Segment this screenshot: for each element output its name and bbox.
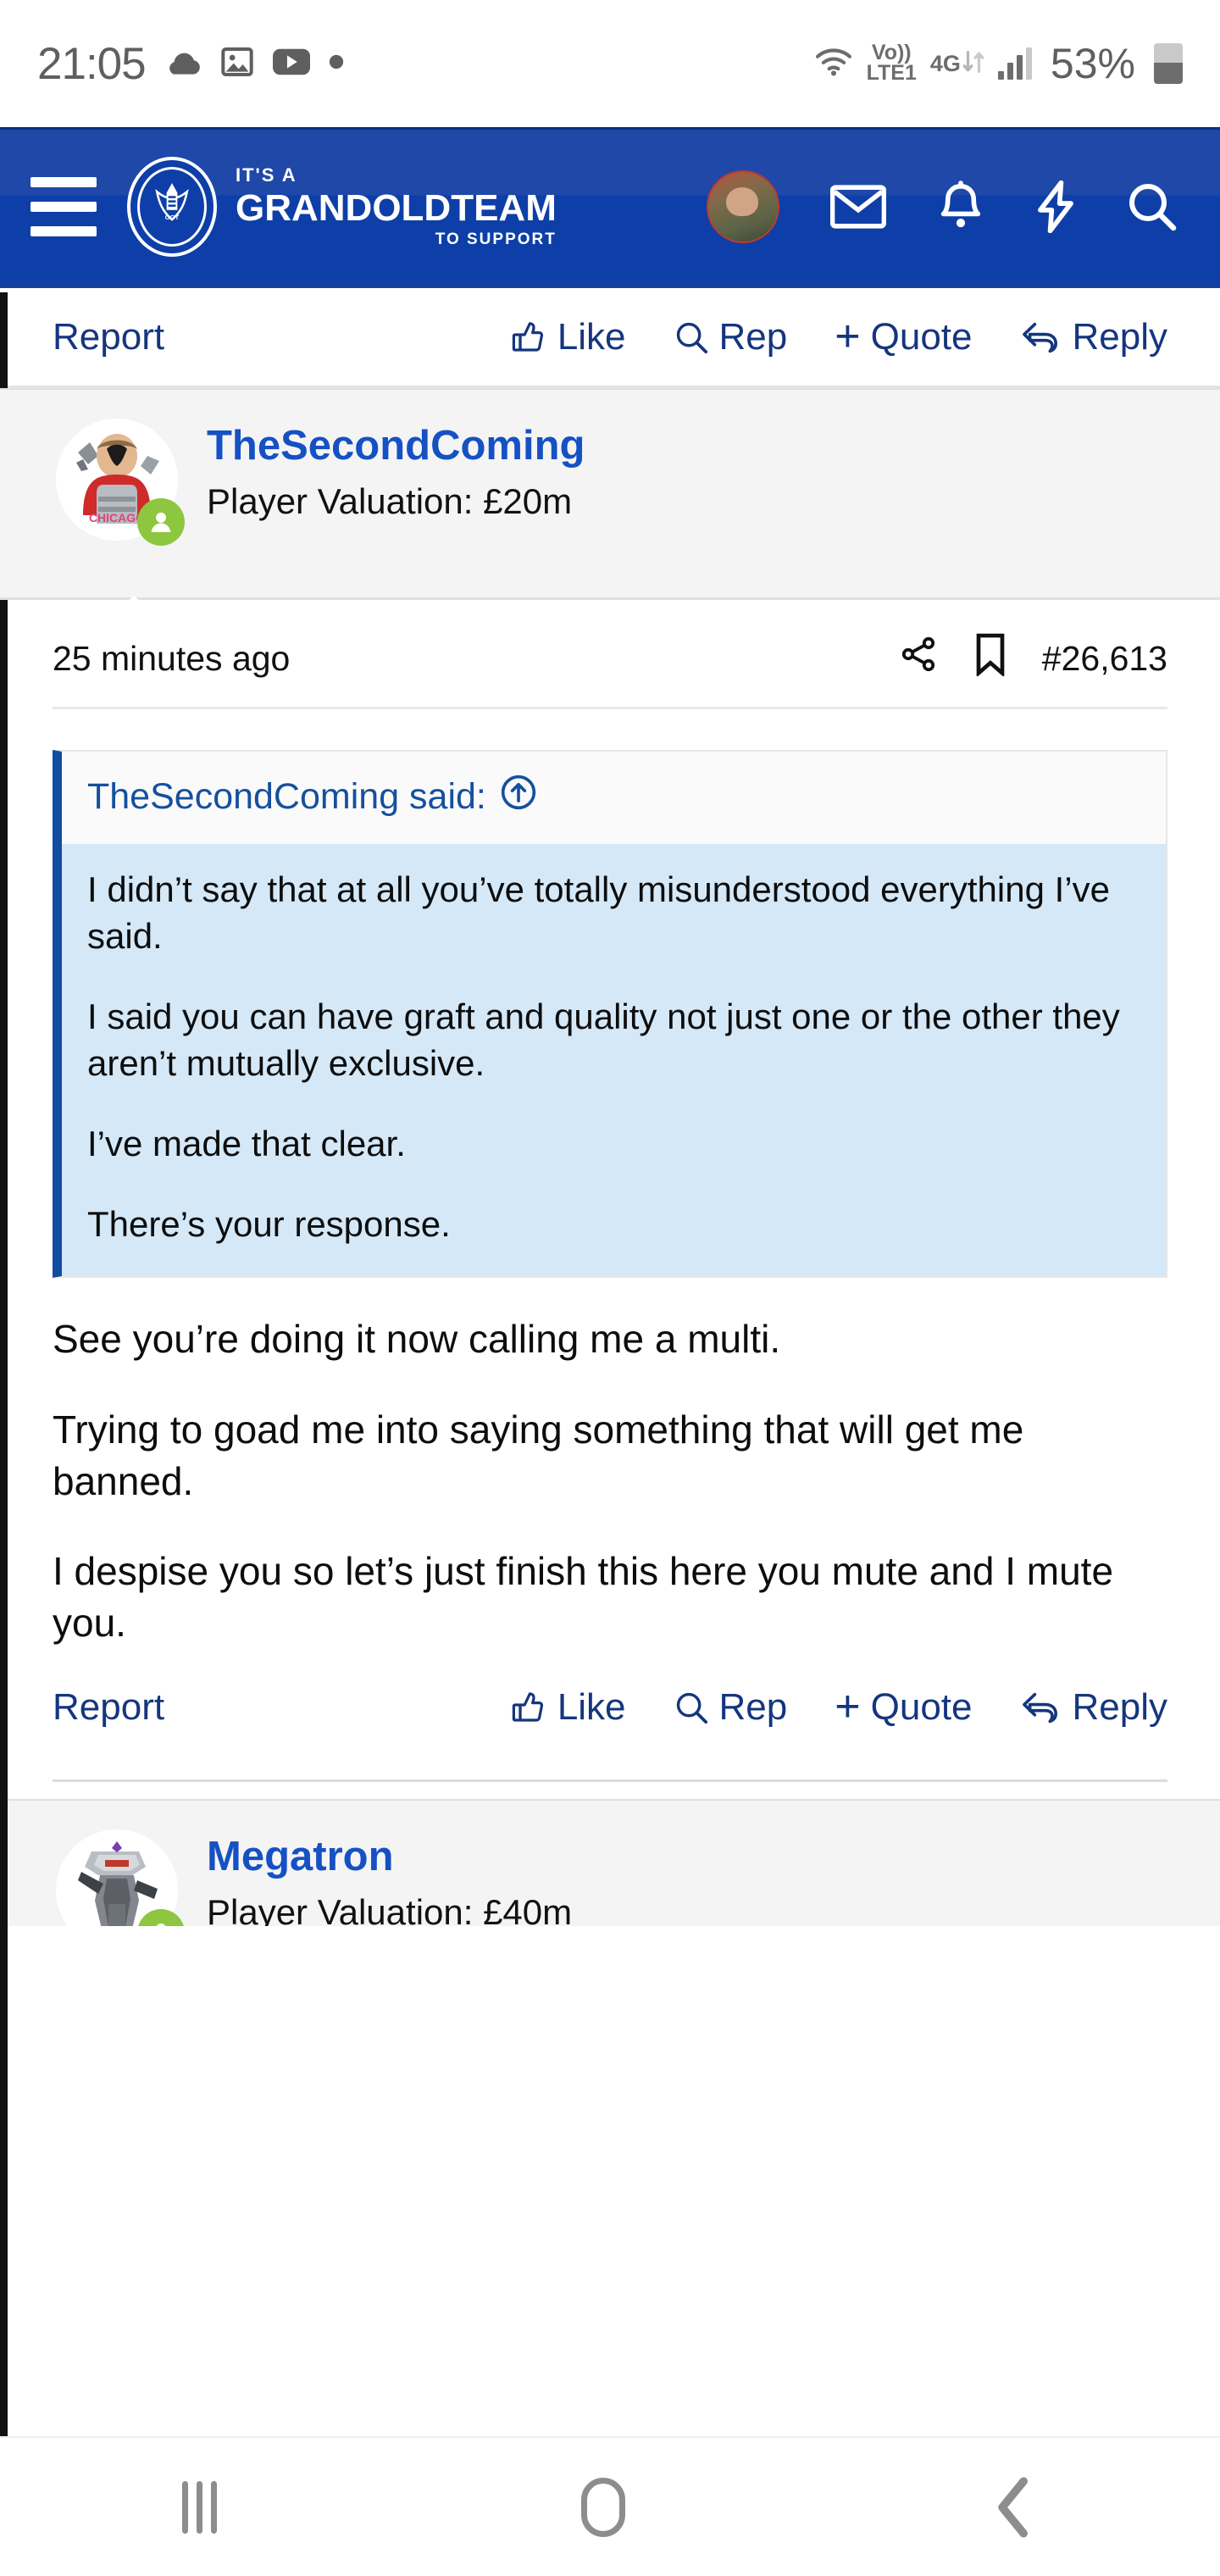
reply-label: Reply — [1072, 315, 1168, 358]
android-nav-bar — [0, 2436, 1220, 2576]
network-type-label: 4G — [929, 50, 961, 76]
author-valuation: Player Valuation: £20m — [207, 480, 573, 521]
status-bar-left: 21:05 — [37, 38, 344, 90]
quote-paragraph: There’s your response. — [87, 1204, 451, 1245]
rep-button[interactable]: Rep — [674, 1685, 788, 1729]
hamburger-menu-icon[interactable] — [30, 177, 97, 236]
quote-button[interactable]: + Quote — [835, 312, 973, 362]
site-wordmark: IT'S A GRANDOLDTEAM TO SUPPORT — [236, 164, 557, 248]
next-author-info: Megatron Player Valuation: £40m — [207, 1829, 572, 1926]
thumbs-up-icon — [512, 1691, 543, 1722]
next-author-username[interactable]: Megatron — [207, 1834, 572, 1880]
wordmark-top: IT'S A — [236, 164, 297, 186]
like-label: Like — [557, 1685, 626, 1728]
meta-divider — [53, 707, 1167, 709]
report-button[interactable]: Report — [53, 316, 164, 358]
post-timestamp[interactable]: 25 minutes ago — [53, 639, 290, 679]
cloud-icon — [164, 47, 202, 80]
post-meta-actions: #26,613 — [898, 632, 1167, 685]
post-paragraph: I despise you so let’s just finish this … — [53, 1549, 1114, 1645]
photos-icon — [220, 45, 254, 83]
rep-label: Rep — [718, 315, 788, 358]
status-time: 21:05 — [37, 38, 147, 89]
quote-button[interactable]: + Quote — [835, 1682, 973, 1732]
online-member-badge — [137, 498, 185, 546]
wordmark-main: GRANDOLDTEAM — [236, 187, 557, 229]
plus-icon: + — [835, 312, 861, 362]
like-button[interactable]: Like — [510, 1686, 626, 1729]
status-bar: 21:05 Vo)) LTE1 4G 53% — [0, 0, 1220, 127]
reply-arrow-icon — [1022, 1692, 1057, 1723]
youtube-icon — [272, 47, 310, 80]
wordmark-bottom: TO SUPPORT — [435, 230, 557, 248]
grandoldteam-crest-icon: GOT — [127, 157, 217, 257]
inbox-icon[interactable] — [830, 185, 886, 229]
post-author-strip: CHICAGO TheSecondComing Player Valuation… — [0, 388, 1220, 621]
quote-paragraph: I said you can have graft and quality no… — [87, 997, 1120, 1084]
thumbs-up-icon — [512, 321, 543, 352]
dot-icon — [329, 54, 344, 74]
rep-magnifier-icon — [676, 322, 707, 353]
rep-label: Rep — [718, 1685, 788, 1728]
post-meta-row: 25 minutes ago #26,613 — [0, 600, 1220, 707]
next-author-valuation: Player Valuation: £40m — [207, 1891, 573, 1926]
signal-bars-icon — [997, 47, 1032, 80]
wifi-icon — [814, 47, 853, 81]
back-icon[interactable] — [990, 2476, 1038, 2539]
quote-paragraph: I’ve made that clear. — [87, 1124, 406, 1164]
mobile-network-indicator: 4G — [930, 47, 984, 81]
post-paragraph: See you’re doing it now calling me a mul… — [53, 1317, 781, 1362]
reply-arrow-icon — [1022, 322, 1057, 353]
avatar[interactable] — [56, 1829, 185, 1926]
rep-button[interactable]: Rep — [674, 315, 788, 358]
status-bar-right: Vo)) LTE1 4G 53% — [814, 39, 1183, 88]
next-post-author-strip: Megatron Player Valuation: £40m — [0, 1798, 1220, 1926]
post-body: See you’re doing it now calling me a mul… — [0, 1278, 1220, 1657]
thread-page: Report Like Rep + Quote Reply CHICAGO Th… — [0, 288, 1220, 1926]
post-action-bar-top: Report Like Rep + Quote Reply — [0, 288, 1220, 388]
user-avatar[interactable] — [707, 170, 779, 243]
bookmark-icon[interactable] — [973, 632, 1008, 685]
quote-block: TheSecondComing said: I didn’t say that … — [53, 750, 1167, 1279]
quote-paragraph: I didn’t say that at all you’ve totally … — [87, 869, 1110, 957]
reply-button[interactable]: Reply — [1020, 1685, 1168, 1729]
avatar[interactable]: CHICAGO — [56, 419, 185, 546]
recents-icon[interactable] — [182, 2480, 218, 2534]
volte-indicator: Vo)) LTE1 — [866, 41, 917, 85]
quote-label: Quote — [870, 1685, 973, 1728]
battery-icon — [1154, 43, 1183, 84]
plus-icon: + — [835, 1682, 861, 1732]
svg-text:GOT: GOT — [165, 214, 180, 221]
post-number[interactable]: #26,613 — [1042, 639, 1167, 679]
site-brand[interactable]: GOT IT'S A GRANDOLDTEAM TO SUPPORT — [127, 157, 557, 257]
quote-author-label: TheSecondComing said: — [87, 776, 486, 817]
quote-label: Quote — [870, 315, 973, 358]
app-header: GOT IT'S A GRANDOLDTEAM TO SUPPORT — [0, 127, 1220, 288]
author-info: TheSecondComing Player Valuation: £20m — [207, 419, 585, 522]
post-action-bar-bottom: Report Like Rep + Quote Reply — [0, 1657, 1220, 1757]
author-strip-tail — [105, 596, 163, 621]
jump-to-post-arrow-icon[interactable] — [500, 774, 537, 820]
home-icon[interactable] — [581, 2477, 626, 2537]
header-icons — [707, 170, 1190, 243]
like-button[interactable]: Like — [510, 316, 626, 358]
battery-percent: 53% — [1050, 40, 1135, 87]
quote-header[interactable]: TheSecondComing said: — [62, 752, 1166, 844]
quote-body: I didn’t say that at all you’ve totally … — [62, 844, 1166, 1277]
down-up-arrows-icon — [962, 47, 984, 81]
author-username[interactable]: TheSecondComing — [207, 423, 585, 469]
share-icon[interactable] — [898, 634, 939, 683]
like-label: Like — [557, 315, 626, 358]
reply-label: Reply — [1072, 1685, 1168, 1728]
post-paragraph: Trying to goad me into saying something … — [53, 1407, 1024, 1503]
rep-magnifier-icon — [676, 1692, 707, 1724]
whats-new-bolt-icon[interactable] — [1035, 180, 1076, 233]
post-separator — [53, 1779, 1167, 1782]
page-left-edge — [0, 292, 8, 2436]
search-icon[interactable] — [1127, 181, 1178, 232]
report-button[interactable]: Report — [53, 1686, 164, 1729]
alerts-bell-icon[interactable] — [937, 180, 984, 233]
reply-button[interactable]: Reply — [1020, 315, 1168, 358]
